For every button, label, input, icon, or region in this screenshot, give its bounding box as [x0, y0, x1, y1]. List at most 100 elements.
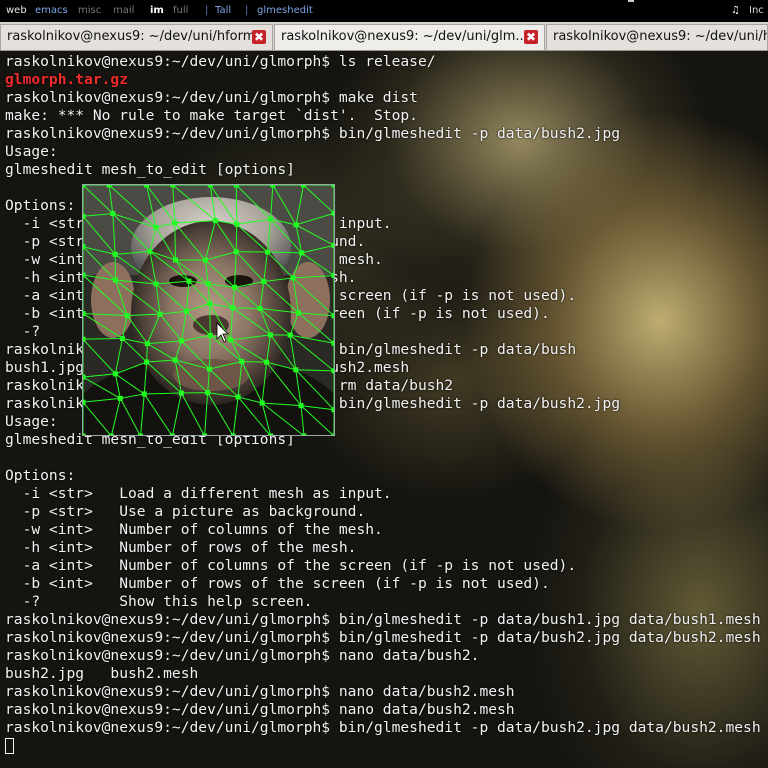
mesh-control-point[interactable] — [230, 305, 236, 311]
mesh-control-point[interactable] — [110, 211, 116, 217]
mesh-control-point[interactable] — [117, 395, 123, 401]
mesh-control-point[interactable] — [235, 394, 241, 400]
mesh-control-point[interactable] — [331, 433, 336, 437]
workspace-misc[interactable]: misc — [78, 0, 101, 22]
mesh-control-point[interactable] — [228, 337, 234, 343]
mesh-control-point[interactable] — [119, 336, 125, 342]
workspace-emacs[interactable]: emacs — [35, 0, 68, 22]
mesh-control-point[interactable] — [141, 391, 147, 397]
glmeshedit-window[interactable] — [82, 184, 335, 436]
mesh-control-point[interactable] — [83, 213, 86, 219]
mesh-control-point[interactable] — [264, 359, 270, 365]
mesh-control-point[interactable] — [331, 273, 336, 279]
mesh-control-point[interactable] — [267, 332, 273, 338]
mesh-control-point[interactable] — [331, 368, 336, 374]
mesh-control-point[interactable] — [287, 332, 293, 338]
tab-hform[interactable]: raskolnikov@nexus9: ~/dev/uni/hform ✖ — [0, 24, 273, 50]
chimp-left-ear — [91, 262, 135, 338]
mesh-control-point[interactable] — [331, 185, 336, 188]
mesh-control-point[interactable] — [298, 403, 304, 409]
mesh-control-point[interactable] — [261, 279, 267, 285]
mesh-control-point[interactable] — [112, 251, 118, 257]
mesh-control-point[interactable] — [144, 341, 150, 347]
mesh-control-point[interactable] — [233, 249, 239, 255]
mesh-control-point[interactable] — [331, 210, 336, 216]
mesh-control-point[interactable] — [233, 185, 239, 188]
mesh-control-point[interactable] — [299, 250, 305, 256]
mesh-control-point[interactable] — [83, 399, 86, 405]
mesh-control-point[interactable] — [153, 224, 159, 230]
mesh-control-point[interactable] — [300, 185, 306, 188]
mesh-control-point[interactable] — [83, 311, 86, 317]
mesh-control-point[interactable] — [186, 278, 192, 284]
mesh-control-point[interactable] — [83, 185, 86, 188]
mesh-control-point[interactable] — [169, 433, 175, 437]
mesh-control-point[interactable] — [331, 340, 336, 346]
mesh-control-point[interactable] — [144, 185, 150, 188]
mesh-control-point[interactable] — [207, 366, 213, 372]
terminal-line: Options: — [5, 467, 76, 484]
mesh-control-point[interactable] — [202, 433, 208, 437]
mesh-control-point[interactable] — [112, 371, 118, 377]
mesh-control-point[interactable] — [108, 433, 114, 437]
mesh-control-point[interactable] — [83, 374, 86, 380]
mesh-control-point[interactable] — [205, 390, 211, 396]
mesh-control-point[interactable] — [207, 185, 213, 188]
mesh-control-point[interactable] — [259, 400, 265, 406]
mesh-control-point[interactable] — [83, 244, 86, 250]
mesh-control-point[interactable] — [331, 407, 336, 413]
mesh-control-point[interactable] — [205, 281, 211, 287]
mesh-control-point[interactable] — [144, 359, 150, 365]
separator: | — [245, 5, 249, 16]
mesh-control-point[interactable] — [212, 218, 218, 224]
mesh-control-point[interactable] — [257, 306, 263, 312]
close-icon[interactable]: ✖ — [252, 30, 266, 44]
mesh-control-point[interactable] — [270, 185, 276, 188]
mesh-control-point[interactable] — [112, 277, 118, 283]
mesh-control-point[interactable] — [234, 221, 240, 227]
workspace-web[interactable]: web — [6, 0, 27, 22]
mesh-control-point[interactable] — [170, 185, 176, 188]
workspace-full[interactable]: full — [173, 0, 188, 22]
tab-hform-2[interactable]: raskolnikov@nexus9: ~/dev/uni/hform — [546, 24, 768, 50]
mesh-control-point[interactable] — [232, 284, 238, 290]
mesh-control-point[interactable] — [295, 310, 301, 316]
mesh-control-point[interactable] — [173, 257, 179, 263]
mesh-control-point[interactable] — [106, 185, 112, 188]
mesh-control-point[interactable] — [239, 359, 245, 365]
mesh-control-point[interactable] — [293, 367, 299, 373]
mesh-control-point[interactable] — [331, 313, 336, 319]
mesh-control-point[interactable] — [207, 301, 213, 307]
mesh-control-point[interactable] — [178, 390, 184, 396]
mesh-control-point[interactable] — [301, 433, 307, 437]
tab-glmorph[interactable]: raskolnikov@nexus9: ~/dev/uni/glm... ✖ — [274, 24, 545, 50]
workspace-mail[interactable]: mail — [113, 0, 134, 22]
mesh-control-point[interactable] — [147, 248, 153, 254]
mesh-control-point[interactable] — [264, 249, 270, 255]
mesh-control-point[interactable] — [83, 272, 86, 278]
mesh-control-point[interactable] — [293, 222, 299, 228]
mesh-control-point[interactable] — [268, 433, 274, 437]
mesh-control-point[interactable] — [172, 220, 178, 226]
mesh-control-point[interactable] — [83, 336, 86, 342]
mesh-control-point[interactable] — [268, 216, 274, 222]
mesh-control-point[interactable] — [202, 257, 208, 263]
mesh-control-point[interactable] — [331, 242, 336, 248]
mesh-control-point[interactable] — [179, 338, 185, 344]
close-icon[interactable]: ✖ — [524, 30, 538, 44]
mesh-control-point[interactable] — [207, 332, 213, 338]
mesh-control-point[interactable] — [83, 433, 86, 437]
mesh-control-point[interactable] — [153, 281, 159, 287]
mesh-control-point[interactable] — [230, 433, 236, 437]
status-bar: web emacs misc mail im full | Tall | glm… — [0, 0, 768, 22]
mesh-control-point[interactable] — [124, 313, 130, 319]
workspace-im[interactable]: im — [150, 0, 164, 22]
mesh-control-point[interactable] — [138, 433, 144, 437]
mesh-canvas[interactable] — [83, 185, 335, 436]
mesh-control-point[interactable] — [157, 311, 163, 317]
mesh-control-point[interactable] — [290, 275, 296, 281]
layout-name[interactable]: Tall — [215, 0, 231, 22]
music-note-icon[interactable]: ♫ — [731, 0, 740, 22]
mesh-control-point[interactable] — [183, 308, 189, 314]
mesh-control-point[interactable] — [172, 357, 178, 363]
